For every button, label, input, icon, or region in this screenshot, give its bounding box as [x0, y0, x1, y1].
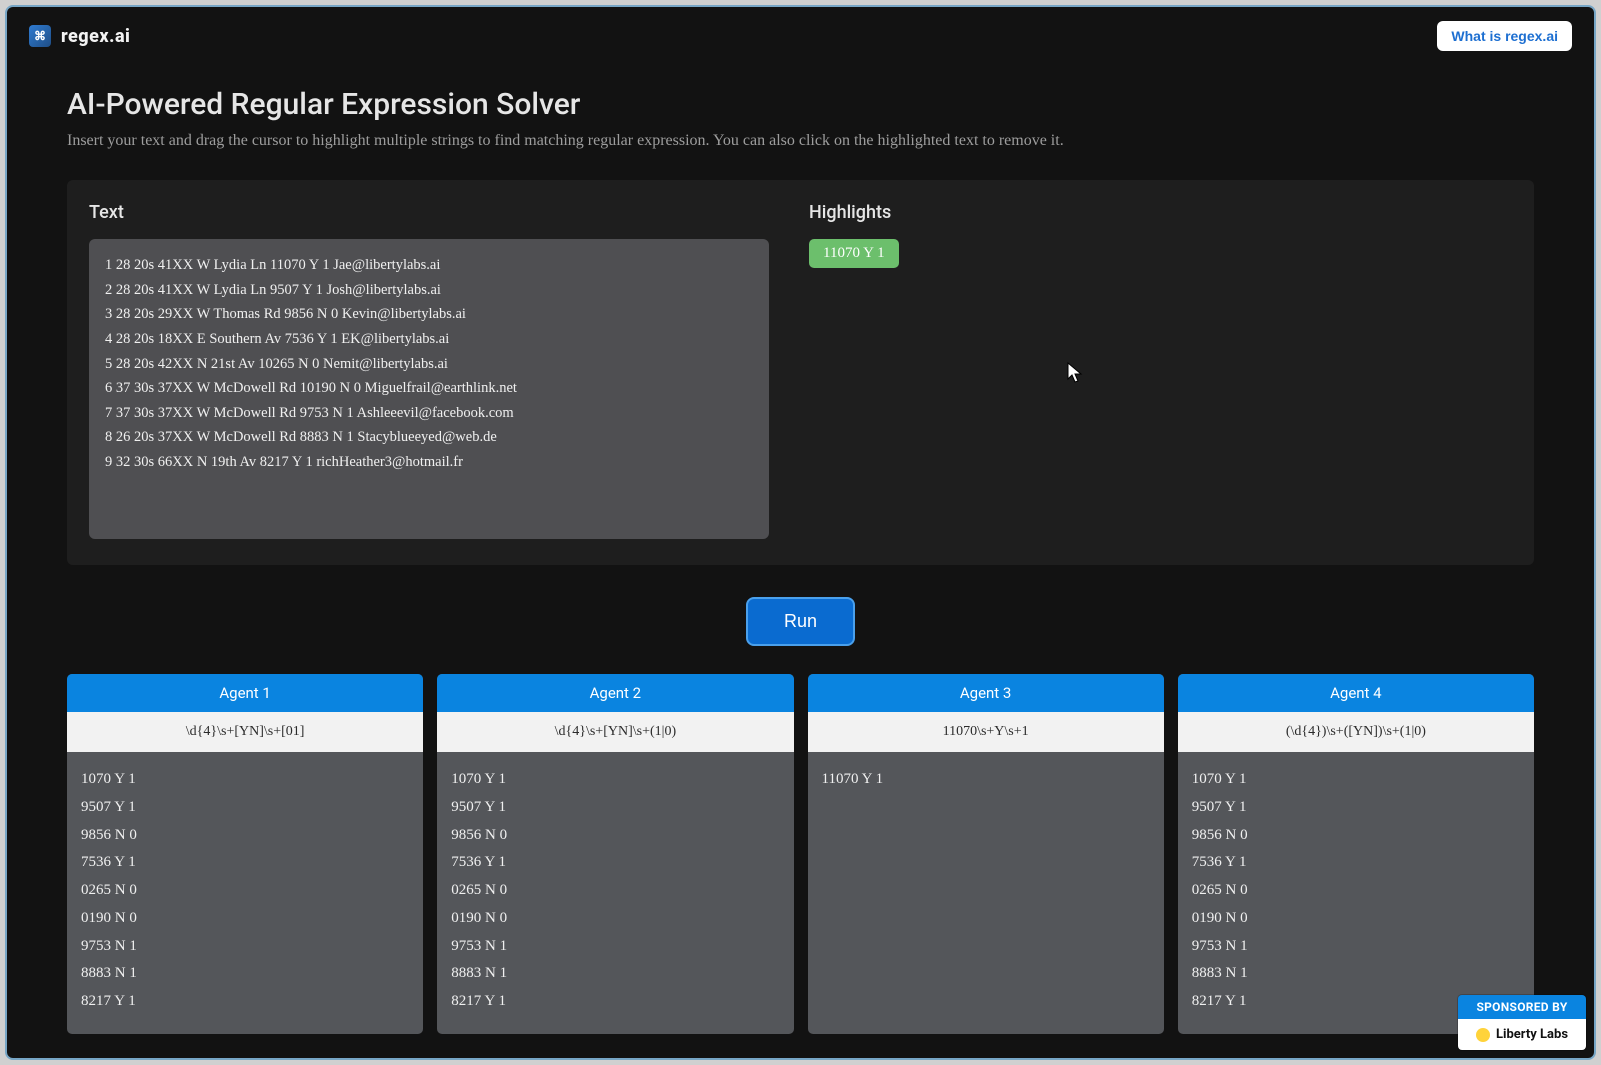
- agent-match: 1070 Y 1: [81, 766, 409, 794]
- agent-match: 0265 N 0: [1192, 877, 1520, 905]
- panels: Text 1 28 20s 41XX W Lydia Ln 11070 Y 1 …: [67, 180, 1534, 565]
- agent-match: 0190 N 0: [81, 905, 409, 933]
- agent-header: Agent 2: [437, 674, 793, 712]
- what-is-button[interactable]: What is regex.ai: [1437, 21, 1572, 51]
- agent-match: 8883 N 1: [81, 960, 409, 988]
- text-panel-label: Text: [89, 202, 769, 223]
- agent-match: 9856 N 0: [1192, 822, 1520, 850]
- highlight-chip[interactable]: 11070 Y 1: [809, 239, 899, 268]
- agent-card: Agent 4(\d{4})\s+([YN])\s+(1|0)1070 Y 19…: [1178, 674, 1534, 1034]
- run-row: Run: [67, 597, 1534, 646]
- agent-match: 9507 Y 1: [1192, 794, 1520, 822]
- agent-match: 7536 Y 1: [451, 849, 779, 877]
- agent-match: 9753 N 1: [1192, 933, 1520, 961]
- agent-match: 7536 Y 1: [81, 849, 409, 877]
- agent-header: Agent 1: [67, 674, 423, 712]
- agent-card: Agent 1\d{4}\s+[YN]\s+[01]1070 Y 19507 Y…: [67, 674, 423, 1034]
- agent-regex[interactable]: \d{4}\s+[YN]\s+(1|0): [437, 712, 793, 752]
- app-window: ⌘ regex.ai What is regex.ai AI-Powered R…: [5, 5, 1596, 1060]
- agent-match: 9753 N 1: [81, 933, 409, 961]
- text-input[interactable]: 1 28 20s 41XX W Lydia Ln 11070 Y 1 Jae@l…: [89, 239, 769, 539]
- agent-match: 9753 N 1: [451, 933, 779, 961]
- agent-match: 1070 Y 1: [1192, 766, 1520, 794]
- agent-matches: 11070 Y 1: [808, 752, 1164, 967]
- page-title: AI-Powered Regular Expression Solver: [67, 87, 1534, 122]
- agent-regex[interactable]: (\d{4})\s+([YN])\s+(1|0): [1178, 712, 1534, 752]
- sponsor-logo-icon: [1476, 1028, 1490, 1042]
- sponsor-label: SPONSORED BY: [1458, 995, 1586, 1019]
- agent-match: 9507 Y 1: [451, 794, 779, 822]
- agent-match: 8217 Y 1: [81, 988, 409, 1016]
- brand[interactable]: ⌘ regex.ai: [29, 25, 130, 47]
- agent-match: 9507 Y 1: [81, 794, 409, 822]
- agent-match: 0190 N 0: [1192, 905, 1520, 933]
- agent-match: 7536 Y 1: [1192, 849, 1520, 877]
- agent-match: 9856 N 0: [451, 822, 779, 850]
- agent-match: 8883 N 1: [1192, 960, 1520, 988]
- sponsor-name-row: Liberty Labs: [1458, 1019, 1586, 1050]
- agent-match: 8883 N 1: [451, 960, 779, 988]
- sponsor-badge[interactable]: SPONSORED BY Liberty Labs: [1458, 995, 1586, 1050]
- sponsor-name: Liberty Labs: [1496, 1027, 1568, 1042]
- run-button[interactable]: Run: [746, 597, 855, 646]
- brand-name: regex.ai: [61, 26, 130, 47]
- agent-card: Agent 2\d{4}\s+[YN]\s+(1|0)1070 Y 19507 …: [437, 674, 793, 1034]
- agent-card: Agent 311070\s+Y\s+1 11070 Y 1: [808, 674, 1164, 1034]
- highlights-panel-label: Highlights: [809, 202, 1512, 223]
- topbar: ⌘ regex.ai What is regex.ai: [7, 7, 1594, 51]
- agent-match: 11070 Y 1: [822, 766, 1150, 794]
- agent-matches: 1070 Y 19507 Y 19856 N 07536 Y 10265 N 0…: [1178, 752, 1534, 1034]
- highlights-list: 11070 Y 1: [809, 239, 1512, 268]
- agent-match: 0265 N 0: [81, 877, 409, 905]
- agent-matches: 1070 Y 19507 Y 19856 N 07536 Y 10265 N 0…: [437, 752, 793, 1034]
- agent-match: 0265 N 0: [451, 877, 779, 905]
- agents-row: Agent 1\d{4}\s+[YN]\s+[01]1070 Y 19507 Y…: [67, 674, 1534, 1034]
- agent-match: 8217 Y 1: [451, 988, 779, 1016]
- agent-regex[interactable]: 11070\s+Y\s+1: [808, 712, 1164, 752]
- content: AI-Powered Regular Expression Solver Ins…: [7, 51, 1594, 1054]
- agent-match: 0190 N 0: [451, 905, 779, 933]
- brand-logo-icon: ⌘: [29, 25, 51, 47]
- agent-header: Agent 4: [1178, 674, 1534, 712]
- agent-matches: 1070 Y 19507 Y 19856 N 07536 Y 10265 N 0…: [67, 752, 423, 1034]
- agent-match: 9856 N 0: [81, 822, 409, 850]
- page-subtitle: Insert your text and drag the cursor to …: [67, 132, 1534, 150]
- agent-match: 1070 Y 1: [451, 766, 779, 794]
- agent-regex[interactable]: \d{4}\s+[YN]\s+[01]: [67, 712, 423, 752]
- highlights-panel: Highlights 11070 Y 1: [809, 202, 1512, 539]
- text-panel: Text 1 28 20s 41XX W Lydia Ln 11070 Y 1 …: [89, 202, 769, 539]
- agent-header: Agent 3: [808, 674, 1164, 712]
